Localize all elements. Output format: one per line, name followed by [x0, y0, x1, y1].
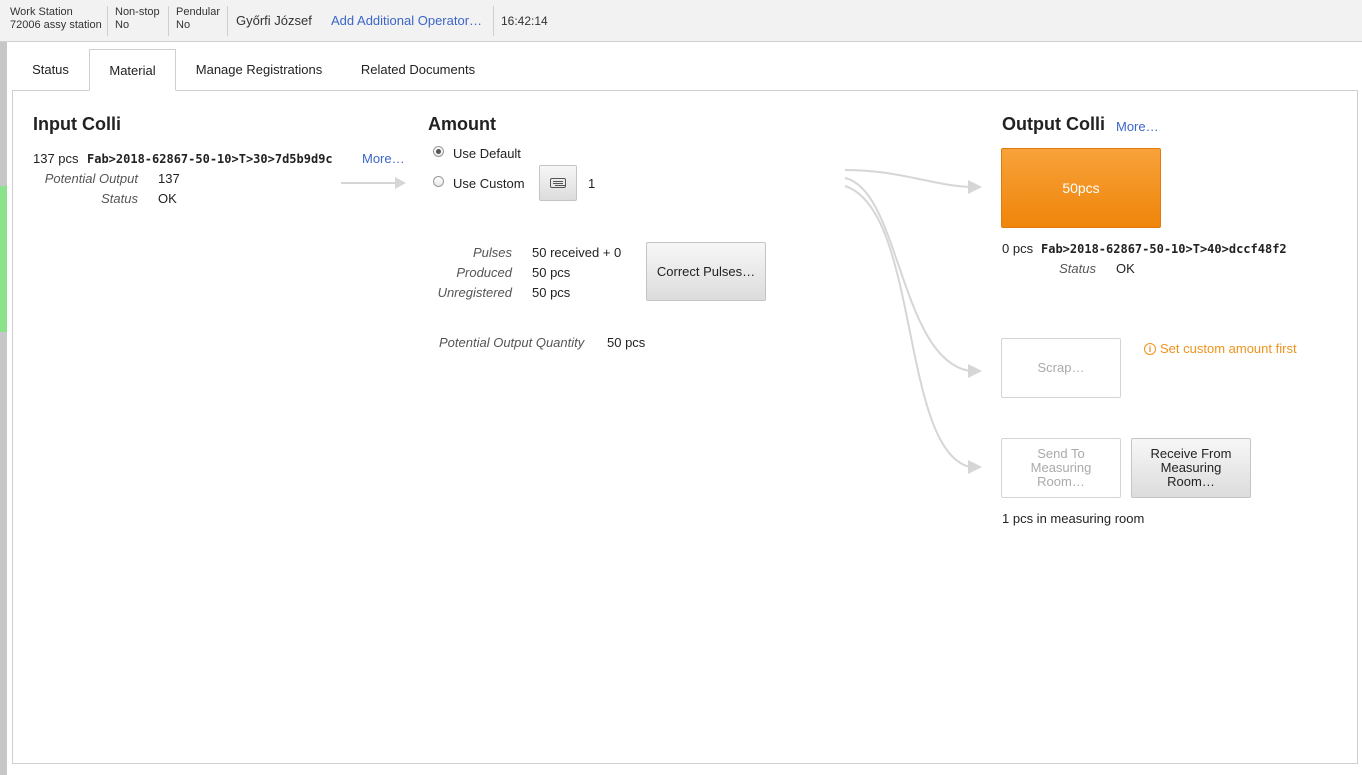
scrap-button[interactable]: Scrap…	[1001, 338, 1121, 398]
produced-label: Produced	[456, 265, 512, 280]
measuring-room-info: 1 pcs in measuring room	[1002, 511, 1145, 526]
potential-output-label: Potential Output	[44, 171, 138, 186]
scrap-warning: i Set custom amount first	[1144, 341, 1297, 356]
tab-related-documents[interactable]: Related Documents	[344, 49, 492, 91]
input-colli-code: Fab>2018-62867-50-10>T>30>7d5b9d9c	[87, 152, 333, 166]
nonstop-value: No	[115, 19, 130, 31]
keyboard-icon	[550, 178, 566, 188]
status-indicator-bar	[0, 186, 7, 332]
left-edge-strip	[0, 0, 7, 775]
pulses-value: 50 received + 0	[532, 245, 622, 260]
pendular-info: Pendular No	[176, 6, 220, 32]
potential-output-qty-label: Potential Output Quantity	[439, 335, 585, 350]
input-colli-more-link[interactable]: More…	[362, 151, 405, 166]
output-status-value: OK	[1116, 261, 1135, 276]
tab-manage-registrations[interactable]: Manage Registrations	[180, 49, 338, 91]
workstation-label: Work Station	[10, 6, 73, 18]
input-status-value: OK	[158, 191, 177, 206]
tab-status[interactable]: Status	[12, 49, 89, 91]
output-colli-pcs: 0 pcs	[1002, 241, 1034, 256]
custom-amount-value: 1	[588, 176, 596, 191]
add-operator-link[interactable]: Add Additional Operator…	[331, 13, 482, 28]
nonstop-label: Non-stop	[115, 6, 160, 18]
output-amount-button[interactable]: 50pcs	[1001, 148, 1161, 228]
tab-material[interactable]: Material	[89, 49, 176, 91]
divider	[168, 6, 169, 36]
use-custom-label[interactable]: Use Custom	[453, 176, 525, 191]
potential-output-value: 137	[158, 171, 180, 186]
potential-output-qty-value: 50 pcs	[607, 335, 646, 350]
divider	[227, 6, 228, 36]
operator-name: Győrfi József	[236, 13, 312, 28]
clock-time: 16:42:14	[501, 14, 548, 28]
output-colli-title: Output Colli	[1002, 114, 1105, 134]
use-default-label[interactable]: Use Default	[453, 146, 521, 161]
divider	[107, 6, 108, 36]
receive-from-measuring-room-button[interactable]: Receive From Measuring Room…	[1131, 438, 1251, 498]
pulses-label: Pulses	[472, 245, 512, 260]
unregistered-value: 50 pcs	[532, 285, 571, 300]
input-colli-title: Input Colli	[33, 114, 121, 134]
use-custom-radio[interactable]	[433, 176, 444, 187]
keyboard-button[interactable]	[539, 165, 577, 201]
send-to-measuring-room-button[interactable]: Send To Measuring Room…	[1001, 438, 1121, 498]
correct-pulses-button[interactable]: Correct Pulses…	[646, 242, 766, 301]
divider	[493, 6, 494, 36]
input-colli-pcs: 137 pcs	[33, 151, 79, 166]
pendular-label: Pendular	[176, 6, 221, 18]
workstation-info: Work Station 72006 assy station	[10, 6, 102, 32]
produced-value: 50 pcs	[532, 265, 571, 280]
unregistered-label: Unregistered	[437, 285, 512, 300]
output-colli-more-link[interactable]: More…	[1116, 119, 1159, 134]
nonstop-info: Non-stop No	[115, 6, 160, 32]
amount-title: Amount	[428, 114, 496, 134]
use-default-radio[interactable]	[433, 146, 444, 157]
output-status-label: Status	[1059, 261, 1096, 276]
scrap-warning-text: Set custom amount first	[1160, 341, 1297, 356]
pendular-value: No	[176, 19, 191, 31]
output-colli-code: Fab>2018-62867-50-10>T>40>dccf48f2	[1041, 242, 1287, 256]
top-bar: Work Station 72006 assy station Non-stop…	[0, 0, 1362, 42]
workstation-value: 72006 assy station	[10, 19, 102, 31]
input-status-label: Status	[101, 191, 138, 206]
info-icon: i	[1144, 342, 1156, 355]
